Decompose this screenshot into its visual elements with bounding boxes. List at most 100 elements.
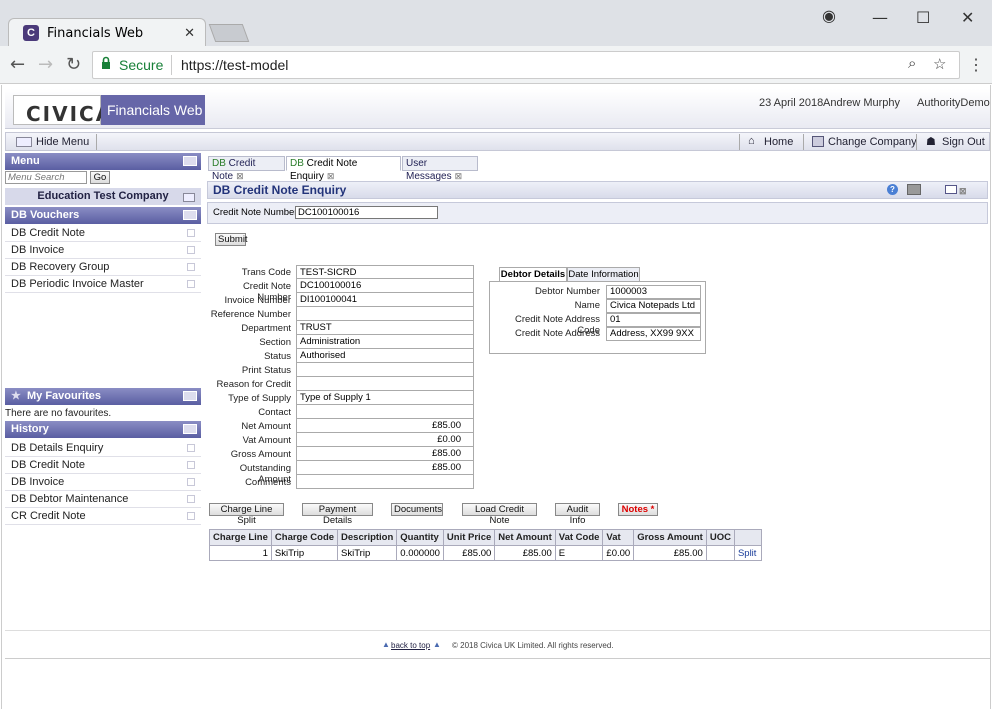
hide-menu-link[interactable]: Hide Menu xyxy=(36,136,89,148)
close-icon[interactable]: ⊠ xyxy=(959,183,967,199)
payment-details-button[interactable]: Payment Details xyxy=(302,503,373,526)
close-window-button[interactable]: ✕ xyxy=(961,8,974,27)
enquiry-search-bar: Credit Note Number DC100100016 xyxy=(207,202,988,224)
documents-button[interactable]: Documents xyxy=(391,503,443,516)
app-toolbar: Hide Menu ⌂ Home Change Company ☗ Sign O… xyxy=(5,132,990,151)
change-company-link[interactable]: Change Company xyxy=(828,136,917,148)
print-icon[interactable] xyxy=(907,184,921,195)
company-panel-icon[interactable] xyxy=(183,193,195,202)
toolbar-divider xyxy=(739,134,740,150)
browser-tab[interactable]: C Financials Web ✕ xyxy=(8,18,206,46)
app-name: Financials Web xyxy=(101,95,205,125)
close-tab-icon[interactable]: ⊠ xyxy=(455,171,463,181)
voucher-item[interactable]: DB Credit Note xyxy=(5,225,201,242)
history-item[interactable]: DB Credit Note xyxy=(5,457,201,474)
split-link[interactable]: Split xyxy=(733,545,762,561)
table-cell: 1 xyxy=(209,545,272,561)
back-icon[interactable]: ← xyxy=(10,54,25,75)
url-text[interactable]: https://test-model xyxy=(181,57,288,73)
favourites-title: My Favourites xyxy=(27,390,101,402)
field-value xyxy=(296,307,474,321)
charge-line-split-button[interactable]: Charge Line Split xyxy=(209,503,284,526)
tab-date-information[interactable]: Date Information xyxy=(567,267,640,282)
open-link-icon[interactable] xyxy=(187,478,195,486)
panel-toggle-icon[interactable] xyxy=(183,210,197,220)
field-label: Section xyxy=(259,337,291,348)
home-icon[interactable]: ⌂ xyxy=(748,135,755,147)
history-item[interactable]: DB Details Enquiry xyxy=(5,440,201,457)
up-arrow-icon: ▲ xyxy=(382,640,390,649)
field-value xyxy=(296,475,474,489)
history-item[interactable]: DB Invoice xyxy=(5,474,201,491)
close-tab-icon[interactable]: ✕ xyxy=(184,25,195,41)
maximize-button[interactable]: ☐ xyxy=(916,8,930,27)
user-name: Andrew Murphy xyxy=(823,97,901,109)
sign-out-icon[interactable]: ☗ xyxy=(926,135,936,148)
voucher-item[interactable]: DB Invoice xyxy=(5,242,201,259)
url-divider xyxy=(171,55,172,75)
credit-note-number-input[interactable]: DC100100016 xyxy=(295,206,438,219)
load-credit-note-button[interactable]: Load Credit Note xyxy=(462,503,537,526)
chrome-menu-icon[interactable]: ⋮ xyxy=(968,55,984,75)
voucher-item[interactable]: DB Recovery Group xyxy=(5,259,201,276)
voucher-item-label: DB Periodic Invoice Master xyxy=(11,278,144,290)
sign-out-link[interactable]: Sign Out xyxy=(942,136,985,148)
reload-icon[interactable]: ↻ xyxy=(66,54,81,75)
voucher-item[interactable]: DB Periodic Invoice Master xyxy=(5,276,201,293)
field-label: Type of Supply xyxy=(228,393,291,404)
open-link-icon[interactable] xyxy=(187,495,195,503)
tab-debtor-details[interactable]: Debtor Details xyxy=(499,267,567,282)
close-tab-icon[interactable]: ⊠ xyxy=(236,171,244,181)
minimize-button[interactable]: — xyxy=(872,8,888,27)
close-tab-icon[interactable]: ⊠ xyxy=(327,171,335,181)
open-link-icon[interactable] xyxy=(187,263,195,271)
zoom-icon[interactable]: ⌕ xyxy=(908,55,916,72)
open-link-icon[interactable] xyxy=(187,512,195,520)
tab-prefix: DB xyxy=(212,158,226,169)
bookmark-star-icon[interactable]: ☆ xyxy=(933,55,946,73)
new-tab-button[interactable] xyxy=(208,24,250,42)
submit-button[interactable]: Submit xyxy=(215,233,248,246)
back-to-top-link[interactable]: back to top xyxy=(391,641,430,650)
toolbar-divider xyxy=(803,134,804,150)
panel-toggle-icon[interactable] xyxy=(183,156,197,166)
profile-icon[interactable]: ◉ xyxy=(822,6,836,25)
panel-toggle-icon[interactable] xyxy=(183,391,197,401)
tab-prefix: DB xyxy=(290,158,304,169)
tab-db-credit-note[interactable]: DB Credit Note ⊠ xyxy=(208,156,285,182)
history-item[interactable]: CR Credit Note xyxy=(5,508,201,525)
address-bar[interactable]: Secure https://test-model ⌕ ☆ xyxy=(92,51,960,79)
charge-lines-table: Charge Line Charge Code Description Quantit… xyxy=(209,529,762,561)
tab-db-credit-note-enquiry[interactable]: DB Credit Note Enquiry ⊠ xyxy=(286,156,401,182)
vouchers-title: DB Vouchers xyxy=(11,209,80,221)
app-frame: CIVICA Financials Web 23 April 2018 Andr… xyxy=(1,85,991,709)
forward-icon[interactable]: → xyxy=(38,54,53,75)
hide-menu-icon[interactable] xyxy=(16,137,32,147)
change-company-icon[interactable] xyxy=(812,136,824,147)
field-value: £0.00 xyxy=(296,433,474,447)
secure-label: Secure xyxy=(119,57,164,73)
history-title: History xyxy=(11,423,49,435)
table-cell xyxy=(705,545,735,561)
tab-user-messages[interactable]: User Messages ⊠ xyxy=(402,156,478,182)
open-link-icon[interactable] xyxy=(187,246,195,254)
voucher-item-label: DB Recovery Group xyxy=(11,261,110,273)
go-button[interactable]: Go xyxy=(90,171,110,184)
table-body: 1 SkiTrip SkiTrip 0.000000 £85.00 £85.00 E £0.0… xyxy=(209,545,762,561)
open-link-icon[interactable] xyxy=(187,461,195,469)
copyright-text: © 2018 Civica UK Limited. All rights res… xyxy=(452,641,614,650)
open-link-icon[interactable] xyxy=(187,280,195,288)
panel-toggle-icon[interactable] xyxy=(183,424,197,434)
menu-search-input[interactable] xyxy=(5,171,87,184)
field-value xyxy=(296,405,474,419)
notes-button[interactable]: Notes * xyxy=(618,503,658,516)
help-icon[interactable]: ? xyxy=(887,184,898,195)
open-link-icon[interactable] xyxy=(187,229,195,237)
audit-info-button[interactable]: Audit Info xyxy=(555,503,600,526)
field-label: Status xyxy=(264,351,291,362)
voucher-item-label: DB Invoice xyxy=(11,244,65,256)
home-link[interactable]: Home xyxy=(764,136,793,148)
history-item[interactable]: DB Debtor Maintenance xyxy=(5,491,201,508)
window-icon[interactable] xyxy=(945,185,957,194)
open-link-icon[interactable] xyxy=(187,444,195,452)
